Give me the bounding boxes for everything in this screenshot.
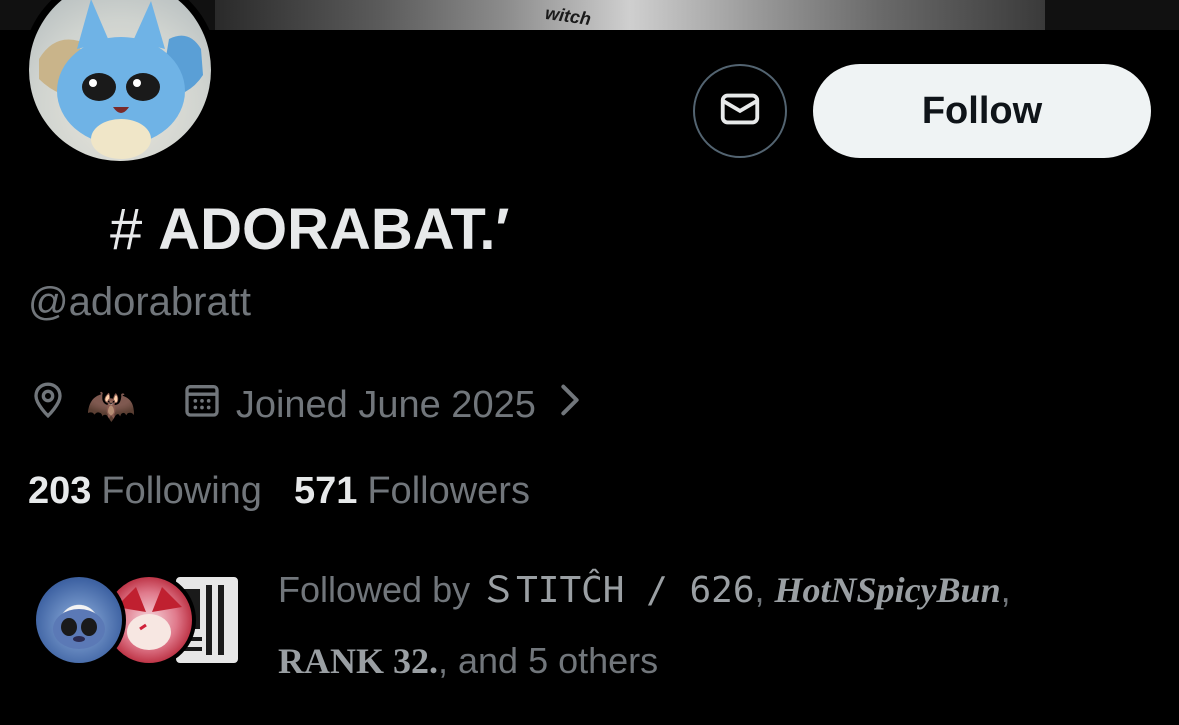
name-prefix-symbol: # xyxy=(110,196,143,262)
location-item: 🦇 xyxy=(28,380,136,430)
followers-label: Followers xyxy=(367,469,530,512)
mutual-user-rank32[interactable]: RANK 32. xyxy=(278,641,438,681)
avatar-image xyxy=(29,0,211,161)
mutual-avatars xyxy=(32,573,242,667)
following-count: 203 xyxy=(28,469,92,512)
calendar-icon xyxy=(182,380,222,430)
mail-icon xyxy=(717,86,763,137)
display-name-text: ADORABAT.′ xyxy=(158,196,510,262)
location-bat-emoji: 🦇 xyxy=(86,383,136,428)
message-button[interactable] xyxy=(693,64,787,158)
joined-date-item[interactable]: Joined June 2025 xyxy=(182,380,584,430)
avatar-character-art xyxy=(39,0,203,159)
display-name: # ADORABAT.′ xyxy=(110,196,510,262)
follow-stats: 203 Following 571 Followers xyxy=(28,466,530,516)
username-handle: @adorabratt xyxy=(28,280,251,324)
chevron-right-icon xyxy=(556,380,584,430)
following-label: Following xyxy=(101,469,262,512)
mutual-user-hotnspicybun[interactable]: HotNSpicyBun xyxy=(775,570,1001,610)
separator: , xyxy=(754,569,775,610)
banner-tag-text: witch xyxy=(543,2,593,30)
joined-date-text: Joined June 2025 xyxy=(235,383,536,426)
followed-by-text: Followed by ＳTITĈH / 626, HotNSpicyBun,… xyxy=(278,555,1078,696)
followers-you-know[interactable]: Followed by ＳTITĈH / 626, HotNSpicyBun,… xyxy=(28,555,1148,685)
mutual-user-stitch[interactable]: ＳTITĈH / 626 xyxy=(480,570,754,611)
profile-meta-row: 🦇 Joined June 2025 xyxy=(28,380,584,430)
followed-by-prefix: Followed by xyxy=(278,569,481,610)
follow-button-label: Follow xyxy=(921,89,1043,132)
followers-count: 571 xyxy=(293,469,358,512)
banner-art: witch xyxy=(215,0,1045,30)
followers-link[interactable]: 571 Followers xyxy=(294,470,530,513)
location-pin-icon xyxy=(28,380,68,430)
follow-button[interactable]: Follow xyxy=(813,64,1151,158)
followed-by-suffix: , and 5 others xyxy=(438,640,659,681)
following-link[interactable]: 203 Following xyxy=(28,470,262,513)
profile-avatar[interactable] xyxy=(22,0,218,168)
mutual-avatar xyxy=(32,573,126,667)
separator: , xyxy=(1000,569,1011,610)
